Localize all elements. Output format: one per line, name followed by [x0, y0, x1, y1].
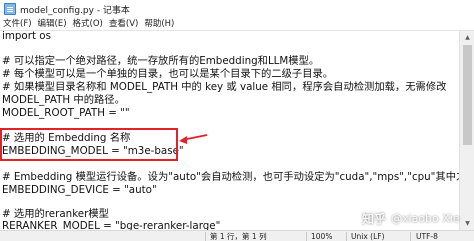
status-divider: [410, 232, 411, 241]
status-cursor-position: 第 1 行，第 1 列: [210, 232, 267, 241]
status-encoding: UTF-8: [416, 232, 438, 241]
code-line: # 可以指定一个绝对路径，统一存放所有的Embedding和LLM模型。: [2, 55, 320, 67]
code-line: # 如果模型目录名称和 MODEL_PATH 中的 key 或 value 相同…: [2, 81, 447, 93]
menu-edit[interactable]: 编辑(E): [35, 18, 70, 31]
code-line: # Embedding 模型运行设备。设为"auto"会自动检测，也可手动设定为…: [2, 171, 459, 183]
watermark-author: @xiaobo Xie: [391, 211, 460, 225]
code-line: MODEL_PATH 中的路径。: [2, 94, 125, 106]
menu-view[interactable]: 查看(V): [106, 18, 141, 31]
code-line: import os: [2, 31, 51, 42]
status-divider: [346, 232, 347, 241]
menu-format[interactable]: 格式(O): [70, 18, 106, 31]
annotation-arrow-icon: [179, 134, 208, 144]
annotation-highlight-box: [0, 128, 178, 161]
window-titlebar: model_config.py - 记事本: [0, 0, 474, 18]
status-zoom: 100%: [311, 232, 333, 241]
vertical-scrollbar[interactable]: ▲ ▼: [459, 31, 474, 230]
notepad-icon: [4, 3, 16, 15]
scroll-up-icon[interactable]: ▲: [460, 31, 474, 44]
code-line: RERANKER_MODEL = "bge-reranker-large": [2, 220, 221, 230]
code-line: # 每个模型可以是一个单独的目录，也可以是某个目录下的二级子目录。: [2, 68, 334, 80]
code-line: MODEL_ROOT_PATH = "": [2, 107, 130, 119]
window-title: model_config.py - 记事本: [20, 5, 130, 16]
status-divider: [306, 232, 307, 241]
menu-bar: 文件(F) 编辑(E) 格式(O) 查看(V) 帮助(H): [0, 18, 474, 31]
code-line: # 选用的reranker模型: [2, 208, 109, 220]
status-divider: [205, 232, 206, 241]
scrollbar-thumb[interactable]: [463, 45, 472, 145]
status-line-ending: Unix (LF): [351, 232, 385, 241]
scroll-down-icon[interactable]: ▼: [460, 217, 474, 230]
status-bar: 第 1 行，第 1 列 100% Unix (LF) UTF-8: [0, 230, 474, 241]
code-line: EMBEDDING_DEVICE = "auto": [2, 184, 157, 196]
menu-help[interactable]: 帮助(H): [141, 18, 177, 31]
watermark: 知乎 @xiaobo Xie: [362, 210, 460, 226]
watermark-site: 知乎: [362, 211, 387, 226]
menu-file[interactable]: 文件(F): [0, 18, 35, 31]
